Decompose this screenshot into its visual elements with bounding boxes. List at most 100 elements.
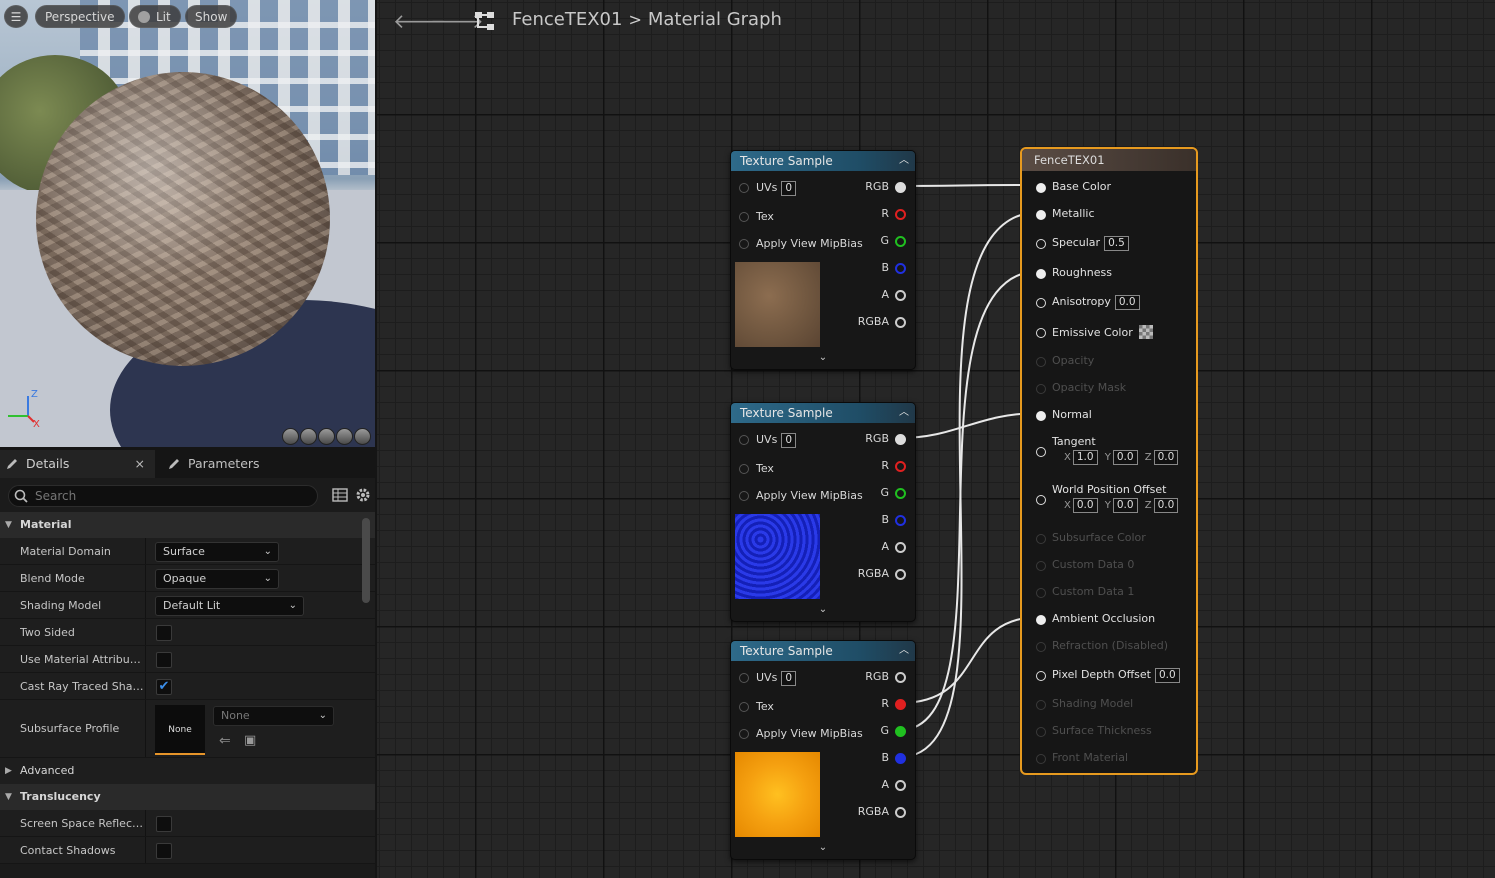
material-domain-dropdown[interactable]: Surface ⌄ <box>155 542 279 562</box>
close-icon[interactable]: × <box>135 450 145 478</box>
tangent-y-field[interactable]: 0.0 <box>1112 450 1138 465</box>
color-swatch-icon[interactable] <box>1138 325 1153 339</box>
r-output-pin[interactable] <box>895 699 906 710</box>
ambient-occlusion-pin[interactable] <box>1036 615 1046 625</box>
anisotropy-pin[interactable] <box>1036 298 1046 308</box>
uvs-input-pin[interactable] <box>739 183 749 193</box>
texture-sample-node-2[interactable]: Texture Sample ︿ UVs 0 Tex Apply View MipB… <box>730 402 916 622</box>
uvs-value-box[interactable]: 0 <box>781 433 796 448</box>
collapse-arrow-icon[interactable]: ︿ <box>899 641 909 661</box>
section-material[interactable]: ▼ Material <box>0 512 375 538</box>
b-output-pin[interactable] <box>895 263 906 274</box>
r-output-pin[interactable] <box>895 209 906 220</box>
expand-chevron-icon[interactable]: ⌄ <box>731 352 915 363</box>
pixel-depth-offset-pin[interactable] <box>1036 671 1046 681</box>
cube-preview-icon[interactable] <box>336 428 353 445</box>
search-input[interactable] <box>35 489 305 503</box>
specular-pin[interactable] <box>1036 239 1046 249</box>
node-header[interactable]: Texture Sample ︿ <box>731 641 915 661</box>
metallic-pin[interactable] <box>1036 210 1046 220</box>
a-output-pin[interactable] <box>895 542 906 553</box>
g-output-pin[interactable] <box>895 726 906 737</box>
g-output-pin[interactable] <box>895 488 906 499</box>
cylinder-preview-icon[interactable] <box>282 428 299 445</box>
material-node-title[interactable]: FenceTEX01 <box>1022 149 1196 171</box>
contact-shadows-checkbox[interactable] <box>156 843 172 859</box>
wpo-x-field[interactable]: 0.0 <box>1072 498 1098 513</box>
tangent-x-field[interactable]: 1.0 <box>1072 450 1098 465</box>
mipbias-input-pin[interactable] <box>739 239 749 249</box>
plane-preview-icon[interactable] <box>318 428 335 445</box>
uvs-input-pin[interactable] <box>739 435 749 445</box>
material-preview-viewport[interactable]: ☰ Perspective Lit Show Z X <box>0 0 375 447</box>
material-result-node[interactable]: FenceTEX01 Base Color Metallic Specular 0… <box>1020 147 1198 775</box>
b-output-pin[interactable] <box>895 515 906 526</box>
g-output-pin[interactable] <box>895 236 906 247</box>
sphere-preview-icon[interactable] <box>300 428 317 445</box>
mipbias-input-pin[interactable] <box>739 729 749 739</box>
perspective-button[interactable]: Perspective <box>35 5 125 28</box>
use-selected-asset-icon[interactable]: ⇐ <box>219 733 231 749</box>
a-output-pin[interactable] <box>895 290 906 301</box>
rgb-output-pin[interactable] <box>895 182 906 193</box>
specular-value-box[interactable]: 0.5 <box>1104 236 1129 251</box>
tangent-z-field[interactable]: 0.0 <box>1153 450 1179 465</box>
section-advanced[interactable]: ▶ Advanced <box>0 758 375 784</box>
subsurface-profile-dropdown[interactable]: None ⌄ <box>213 706 334 726</box>
expand-chevron-icon[interactable]: ⌄ <box>731 604 915 615</box>
show-button[interactable]: Show <box>185 5 238 28</box>
wpo-z-field[interactable]: 0.0 <box>1153 498 1179 513</box>
tex-input-pin[interactable] <box>739 702 749 712</box>
two-sided-checkbox[interactable] <box>156 625 172 641</box>
roughness-pin[interactable] <box>1036 269 1046 279</box>
rgb-output-pin[interactable] <box>895 434 906 445</box>
screen-space-reflections-checkbox[interactable] <box>156 816 172 832</box>
browse-asset-icon[interactable]: ▣ <box>244 733 256 748</box>
rgba-output-pin[interactable] <box>895 807 906 818</box>
search-field[interactable] <box>8 485 318 507</box>
rgba-output-pin[interactable] <box>895 317 906 328</box>
pixel-depth-offset-value-box[interactable]: 0.0 <box>1155 668 1180 683</box>
mipbias-input-pin[interactable] <box>739 491 749 501</box>
tangent-pin[interactable] <box>1036 447 1046 457</box>
tex-input-pin[interactable] <box>739 212 749 222</box>
expand-chevron-icon[interactable]: ⌄ <box>731 842 915 853</box>
uvs-value-box[interactable]: 0 <box>781 671 796 686</box>
subsurface-profile-thumbnail[interactable]: None <box>155 705 205 755</box>
node-header[interactable]: Texture Sample ︿ <box>731 151 915 171</box>
lit-button[interactable]: Lit <box>129 5 181 28</box>
breadcrumb-asset[interactable]: FenceTEX01 <box>512 9 622 30</box>
wpo-pin[interactable] <box>1036 495 1046 505</box>
rgb-output-pin[interactable] <box>895 672 906 683</box>
material-graph-canvas[interactable]: 🡐 🡒 FenceTEX01 > Material Graph Texture Sa… <box>377 0 1495 878</box>
shading-model-dropdown[interactable]: Default Lit ⌄ <box>155 596 304 616</box>
collapse-arrow-icon[interactable]: ︿ <box>899 151 909 171</box>
b-output-pin[interactable] <box>895 753 906 764</box>
input-tangent[interactable]: Tangent X 1.0 Y 0.0 Z 0.0 <box>1022 435 1196 471</box>
emissive-color-pin[interactable] <box>1036 328 1046 338</box>
tab-parameters[interactable]: Parameters <box>162 450 260 478</box>
tab-details[interactable]: Details × <box>0 450 155 478</box>
uvs-input-pin[interactable] <box>739 673 749 683</box>
texture-sample-node-1[interactable]: Texture Sample ︿ UVs 0 Tex Apply View MipB… <box>730 150 916 370</box>
teapot-preview-icon[interactable] <box>354 428 371 445</box>
input-world-position-offset[interactable]: World Position Offset X 0.0 Y 0.0 Z 0.0 <box>1022 483 1196 519</box>
normal-pin[interactable] <box>1036 411 1046 421</box>
blend-mode-dropdown[interactable]: Opaque ⌄ <box>155 569 279 589</box>
details-scrollbar[interactable] <box>362 518 370 603</box>
wpo-y-field[interactable]: 0.0 <box>1112 498 1138 513</box>
viewport-menu-button[interactable]: ☰ <box>4 5 28 28</box>
cast-ray-traced-checkbox[interactable]: ✔ <box>156 679 172 695</box>
collapse-arrow-icon[interactable]: ︿ <box>899 403 909 423</box>
tex-input-pin[interactable] <box>739 464 749 474</box>
r-output-pin[interactable] <box>895 461 906 472</box>
section-translucency[interactable]: ▼ Translucency <box>0 784 375 810</box>
a-output-pin[interactable] <box>895 780 906 791</box>
texture-sample-node-3[interactable]: Texture Sample ︿ UVs 0 Tex Apply View MipB… <box>730 640 916 860</box>
table-view-icon[interactable] <box>331 486 349 504</box>
anisotropy-value-box[interactable]: 0.0 <box>1114 295 1140 310</box>
use-material-attributes-checkbox[interactable] <box>156 652 172 668</box>
base-color-pin[interactable] <box>1036 183 1046 193</box>
settings-gear-icon[interactable] <box>354 486 372 504</box>
node-header[interactable]: Texture Sample ︿ <box>731 403 915 423</box>
